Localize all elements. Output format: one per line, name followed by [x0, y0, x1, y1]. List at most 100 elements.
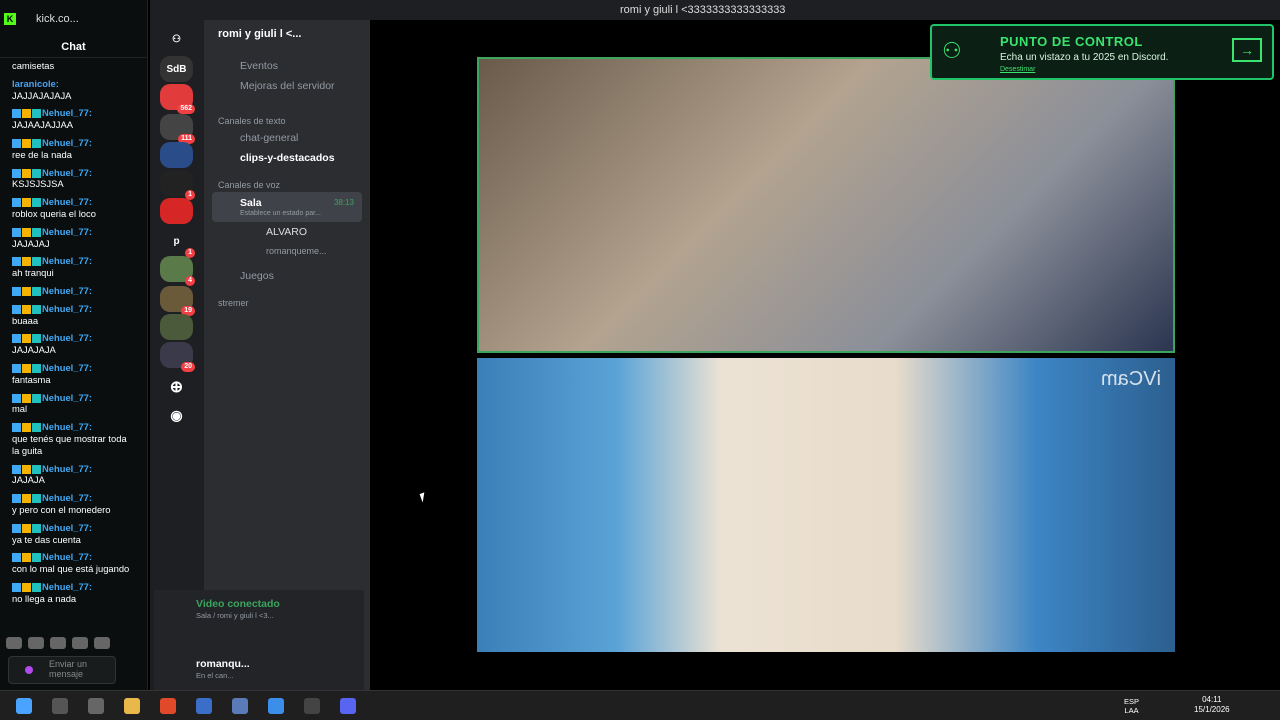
kick-logo-icon: K [4, 13, 16, 25]
badge-icon [22, 464, 31, 474]
discord-titlebar: romi y giuli l <3333333333333333 [150, 0, 1280, 20]
chat-username[interactable]: Nehuel_77: [42, 167, 92, 178]
badge-icon [32, 257, 41, 267]
server-icon[interactable]: 20 [160, 342, 195, 372]
badge: 4 [185, 276, 195, 286]
chat-message: Nehuel_77: JAJAJAJA [12, 332, 135, 356]
emote-icon[interactable] [50, 637, 66, 649]
emote-row [6, 637, 110, 649]
clock[interactable]: 04:11 15/1/2026 [1194, 695, 1230, 715]
badge-icon [12, 198, 21, 208]
start-icon[interactable] [16, 698, 32, 714]
chat-username[interactable]: Nehuel_77: [42, 137, 92, 148]
chat-text: JAJAJA [12, 474, 45, 486]
voice-channel-sala[interactable]: Sala 38:13 Establece un estado par... [212, 192, 362, 222]
emote-icon[interactable] [94, 637, 110, 649]
emote-icon[interactable] [6, 637, 22, 649]
chat-username[interactable]: Nehuel_77: [42, 303, 92, 314]
chat-username[interactable]: Nehuel_77: [42, 332, 92, 343]
chat-username[interactable]: Nehuel_77: [42, 551, 92, 562]
badge-icon [32, 523, 41, 533]
sala-status[interactable]: Establece un estado par... [240, 210, 321, 217]
badge-icon [12, 257, 21, 267]
discover-icon[interactable]: ◉ [160, 402, 193, 428]
server-icon[interactable]: 562 [160, 84, 195, 114]
discord-home-icon[interactable]: ⚇ [160, 26, 193, 52]
chat-username[interactable]: Nehuel_77: [42, 255, 92, 266]
voice-user-alvaro[interactable]: ALVARO [266, 226, 307, 238]
language-indicator[interactable]: ESP LAA [1124, 697, 1139, 715]
folder-icon[interactable] [124, 698, 140, 714]
badge-icon [32, 423, 41, 433]
video-tile-1[interactable] [477, 57, 1175, 353]
server-icon[interactable] [160, 198, 193, 224]
server-icon[interactable] [160, 142, 193, 168]
user-name[interactable]: romanqu... [196, 658, 250, 670]
chat-username[interactable]: Nehuel_77: [42, 196, 92, 207]
chat-text: no llega a nada [12, 592, 77, 604]
chat-username[interactable]: Nehuel_77: [42, 285, 92, 296]
chat-message: Nehuel_77: JAJAJA [12, 463, 135, 487]
events-item[interactable]: Eventos [240, 60, 278, 72]
emote-icon[interactable] [72, 637, 88, 649]
channel-clips[interactable]: clips-y-destacados [240, 152, 335, 164]
server-icon[interactable]: 4 [160, 256, 195, 286]
add-server-icon[interactable]: ⊕ [160, 374, 193, 400]
badge-icon [22, 553, 31, 563]
dismiss-link[interactable]: Desestimar [1000, 66, 1035, 73]
kick-tab[interactable]: kick.co... [36, 13, 79, 25]
chat-username[interactable]: Nehuel_77: [42, 522, 92, 533]
badge-icon [22, 109, 31, 119]
vc-sub[interactable]: Sala / romi y giuli l <3... [196, 611, 274, 620]
sala-label: Sala [240, 197, 262, 209]
badge-icon [32, 334, 41, 344]
badge-icon [12, 393, 21, 403]
boosts-item[interactable]: Mejoras del servidor [240, 80, 335, 92]
chat-username[interactable]: Nehuel_77: [42, 421, 92, 432]
discord-taskbar-icon[interactable] [340, 698, 356, 714]
server-sdb[interactable]: SdB [160, 56, 193, 82]
chat-text: con lo mal que está jugando [12, 563, 130, 575]
discord-logo-icon: ⚇ [942, 38, 962, 63]
server-p[interactable]: p1 [160, 228, 195, 258]
chat-input[interactable]: Enviar un mensaje [8, 656, 116, 684]
task-view-icon[interactable] [88, 698, 104, 714]
app-icon[interactable] [268, 698, 284, 714]
chat-username[interactable]: Nehuel_77: [42, 226, 92, 237]
chat-username[interactable]: laranicole: [12, 78, 59, 89]
text-category[interactable]: Canales de texto [218, 116, 286, 126]
obs-icon[interactable] [304, 698, 320, 714]
channel-chat-general[interactable]: chat-general [240, 132, 298, 144]
server-name[interactable]: romi y giuli l <... [204, 20, 370, 48]
search-icon[interactable] [52, 698, 68, 714]
chat-text: JAJAAJAJJAA [12, 119, 73, 131]
server-icon[interactable] [160, 314, 193, 340]
vc-title: Video conectado [196, 598, 280, 610]
chat-text: JAJAJAJA [12, 344, 56, 356]
calculator-icon[interactable] [232, 698, 248, 714]
chat-username[interactable]: Nehuel_77: [42, 581, 92, 592]
chat-username[interactable]: Nehuel_77: [42, 362, 92, 373]
chat-username[interactable]: Nehuel_77: [42, 107, 92, 118]
kick-titlebar: K kick.co... [0, 0, 147, 38]
chat-message: Nehuel_77: con lo mal que está jugando [12, 551, 135, 575]
checkpoint-banner[interactable]: ⚇ PUNTO DE CONTROL Echa un vistazo a tu … [930, 24, 1274, 80]
video-tile-2[interactable]: iVCam [477, 358, 1175, 652]
server-icon[interactable]: 1 [160, 170, 195, 200]
arrow-right-icon[interactable]: → [1232, 38, 1262, 62]
chat-username[interactable]: Nehuel_77: [42, 463, 92, 474]
voice-user-roman[interactable]: romanqueme... [266, 246, 327, 256]
badge-icon [22, 168, 31, 178]
badge: 20 [181, 362, 195, 372]
voice-category[interactable]: Canales de voz [218, 180, 280, 190]
server-icon[interactable]: 19 [160, 286, 195, 316]
server-icon[interactable]: 111 [160, 114, 195, 144]
voice-channel-juegos[interactable]: Juegos [240, 270, 274, 282]
stremer-category[interactable]: stremer [218, 298, 249, 308]
chat-username[interactable]: Nehuel_77: [42, 492, 92, 503]
store-icon[interactable] [196, 698, 212, 714]
brave-icon[interactable] [160, 698, 176, 714]
badge-icon [12, 334, 21, 344]
chat-username[interactable]: Nehuel_77: [42, 392, 92, 403]
emote-icon[interactable] [28, 637, 44, 649]
